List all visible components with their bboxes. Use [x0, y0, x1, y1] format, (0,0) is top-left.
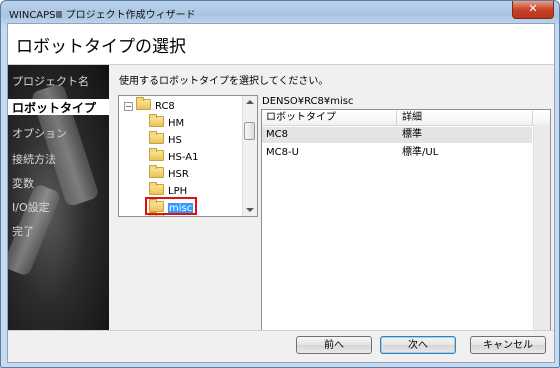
tree-node-hs[interactable]: HS [149, 131, 182, 146]
cancel-button[interactable]: キャンセル [470, 336, 546, 354]
step-connection: 接続方法 [12, 153, 56, 166]
selected-path: DENSO¥RC8¥misc [262, 96, 354, 107]
step-sidebar: プロジェクト名 ロボットタイプ オプション 接続方法 変数 I/O設定 完了 [8, 65, 109, 330]
folder-icon [149, 131, 164, 144]
robot-tree-view[interactable]: − RC8 HM HS HS-A1 HSR LPH misc SC [118, 95, 258, 217]
tree-node-rc8[interactable]: − RC8 [119, 97, 239, 112]
cell-robot-type: MC8 [266, 129, 288, 140]
close-icon[interactable]: ✕ [512, 1, 554, 19]
tree-node-label: LPH [168, 186, 188, 197]
tree-node-label: HS [168, 135, 182, 146]
cell-detail: 標準 [402, 129, 422, 140]
tree-node-label: HS-A1 [168, 152, 199, 163]
column-divider[interactable] [396, 110, 397, 125]
scroll-down-arrow-icon[interactable] [246, 208, 254, 212]
column-divider[interactable] [532, 110, 533, 125]
cell-detail: 標準/UL [402, 147, 439, 158]
collapse-toggle-icon[interactable]: − [124, 102, 133, 111]
step-robot-type: ロボットタイプ [8, 99, 109, 115]
cell-robot-type: MC8-U [266, 147, 299, 158]
tree-node-label: SC [168, 216, 181, 217]
window-title: WINCAPSⅢ プロジェクト作成ウィザード [9, 10, 196, 21]
tree-node-lph[interactable]: LPH [149, 182, 188, 197]
folder-icon [149, 182, 164, 195]
wizard-header: ロボットタイプの選択 [8, 24, 554, 65]
list-row[interactable]: MC8 標準 [262, 127, 532, 143]
tree-node-hm[interactable]: HM [149, 114, 185, 129]
list-row[interactable]: MC8-U 標準/UL [262, 145, 532, 161]
page-title: ロボットタイプの選択 [16, 37, 186, 57]
step-io-settings: I/O設定 [12, 201, 50, 214]
column-header-detail[interactable]: 詳細 [402, 110, 422, 125]
folder-icon [149, 165, 164, 178]
column-header-robot-type[interactable]: ロボットタイプ [266, 110, 336, 125]
wizard-window: WINCAPSⅢ プロジェクト作成ウィザード ✕ ロボットタイプの選択 プロジェ… [0, 0, 560, 368]
step-variables: 変数 [12, 177, 34, 190]
scroll-up-arrow-icon[interactable] [246, 100, 254, 104]
tree-node-hsr[interactable]: HSR [149, 165, 189, 180]
step-options: オプション [12, 127, 67, 140]
folder-icon [149, 114, 164, 127]
tree-node-label: RC8 [155, 101, 175, 112]
folder-icon [149, 148, 164, 161]
tree-scrollbar[interactable] [242, 96, 257, 216]
tree-node-hs-a1[interactable]: HS-A1 [149, 148, 199, 163]
tree-node-label: HSR [168, 169, 189, 180]
list-scrollbar[interactable] [533, 125, 550, 330]
step-finish: 完了 [12, 225, 34, 238]
back-button[interactable]: 前へ [296, 336, 372, 354]
instruction-text: 使用するロボットタイプを選択してください。 [119, 76, 329, 87]
robot-type-list[interactable]: ロボットタイプ 詳細 MC8 標準 MC8-U 標準/UL [261, 109, 551, 331]
selection-highlight-box [145, 197, 197, 215]
folder-icon [136, 97, 151, 110]
list-header: ロボットタイプ 詳細 [262, 110, 550, 126]
tree-node-label: HM [168, 118, 185, 129]
scroll-thumb[interactable] [244, 122, 255, 140]
title-bar[interactable]: WINCAPSⅢ プロジェクト作成ウィザード ✕ [1, 1, 559, 23]
next-button[interactable]: 次へ [380, 336, 456, 354]
step-project-name: プロジェクト名 [12, 75, 89, 88]
wizard-client-area: ロボットタイプの選択 プロジェクト名 ロボットタイプ オプション 接続方法 変数… [7, 23, 555, 363]
footer-divider [8, 330, 554, 331]
